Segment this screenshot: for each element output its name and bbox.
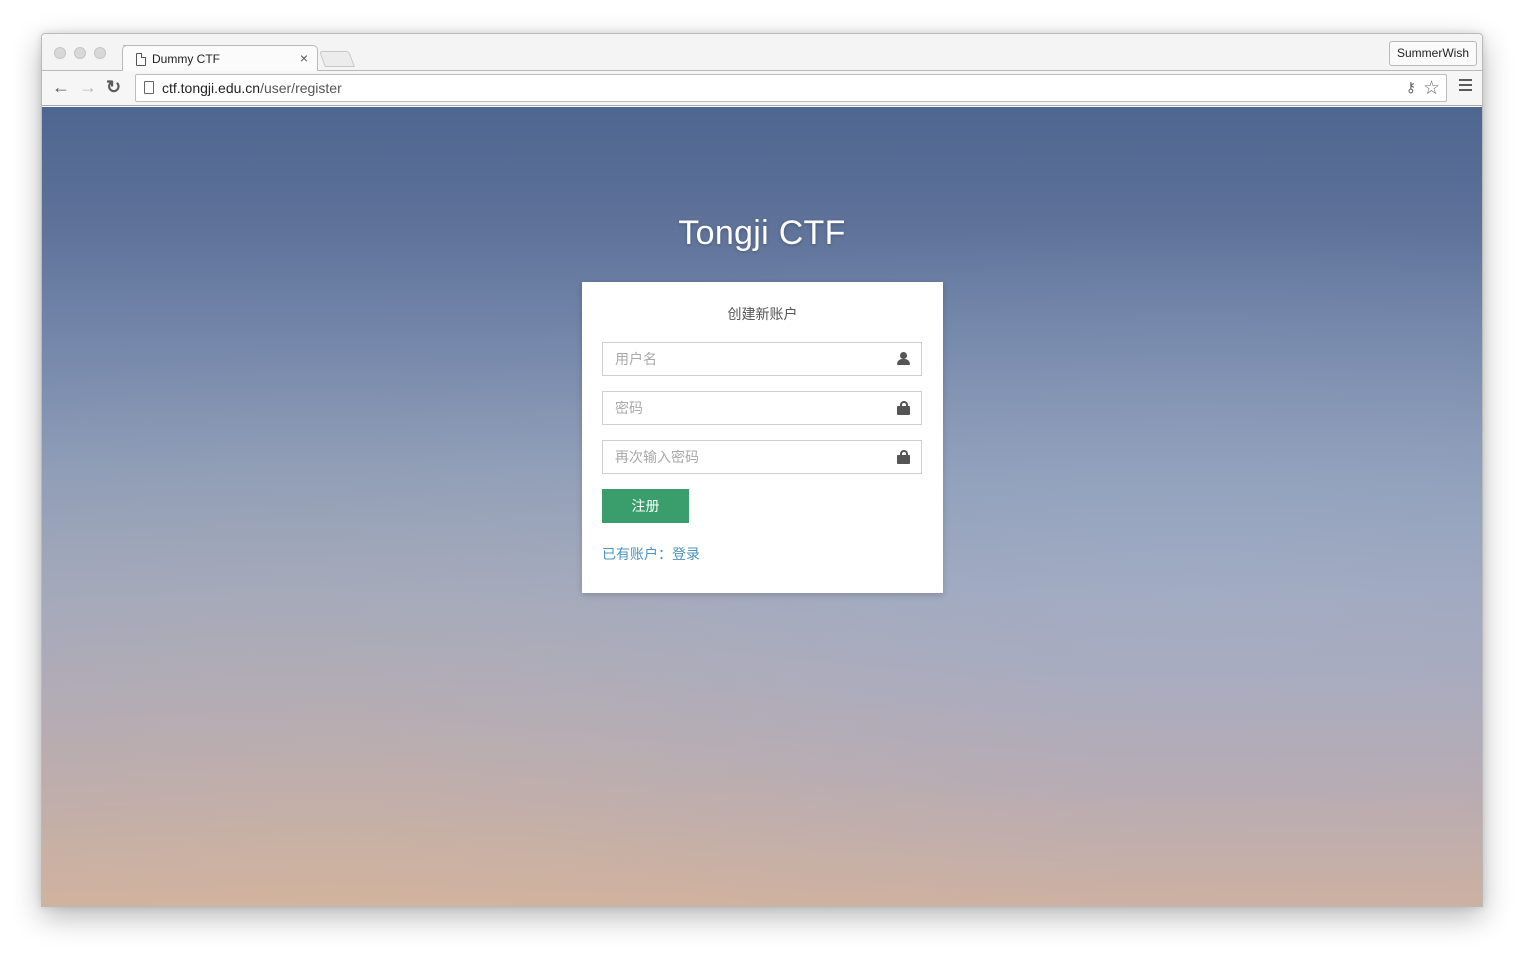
key-icon[interactable]: ⚷ [1406, 79, 1416, 96]
url-text[interactable]: ctf.tongji.edu.cn/user/register [162, 80, 342, 96]
address-bar[interactable]: ctf.tongji.edu.cn/user/register ⚷ ☆ [135, 74, 1447, 102]
tab-dummy-ctf[interactable]: Dummy CTF × [122, 45, 318, 72]
password-field [602, 391, 922, 425]
lock-icon [897, 450, 911, 464]
confirm-password-input[interactable] [603, 441, 921, 473]
zoom-window-button[interactable] [94, 47, 106, 59]
tab-close-icon[interactable]: × [300, 50, 308, 66]
reload-icon[interactable]: ↻ [106, 77, 121, 97]
hamburger-menu-icon[interactable] [1459, 79, 1472, 91]
browser-window: Dummy CTF × SummerWish ← → ↻ ctf.tongji.… [41, 33, 1483, 907]
tab-strip: Dummy CTF × SummerWish [42, 34, 1482, 72]
back-arrow-icon[interactable]: ← [52, 77, 70, 97]
forward-arrow-icon[interactable]: → [79, 77, 97, 97]
page-viewport: Tongji CTF 创建新账户 注册 已有账户：登录 [42, 107, 1482, 906]
minimize-window-button[interactable] [74, 47, 86, 59]
bookmark-star-icon[interactable]: ☆ [1423, 77, 1440, 100]
login-link[interactable]: 登录 [672, 546, 700, 562]
page-icon [144, 81, 154, 94]
url-host: ctf.tongji.edu.cn [162, 80, 261, 96]
toolbar: ← → ↻ ctf.tongji.edu.cn/user/register ⚷ … [42, 71, 1482, 106]
site-title: Tongji CTF [678, 214, 846, 252]
confirm-password-field [602, 440, 922, 474]
close-window-button[interactable] [54, 47, 66, 59]
profile-button[interactable]: SummerWish [1388, 41, 1477, 66]
username-input[interactable] [603, 343, 921, 375]
new-tab-button[interactable] [319, 51, 355, 67]
user-icon [897, 352, 911, 366]
url-path: /user/register [260, 80, 342, 96]
username-field [602, 342, 922, 376]
form-heading: 创建新账户 [727, 306, 798, 322]
tab-title: Dummy CTF [152, 52, 220, 66]
lock-icon [897, 401, 911, 415]
login-prompt-text: 已有账户： [602, 546, 672, 562]
password-input[interactable] [603, 392, 921, 424]
page-icon [136, 53, 146, 66]
register-card: 创建新账户 注册 已有账户：登录 [582, 282, 943, 593]
register-button[interactable]: 注册 [602, 489, 689, 523]
login-prompt-line: 已有账户：登录 [602, 544, 700, 564]
